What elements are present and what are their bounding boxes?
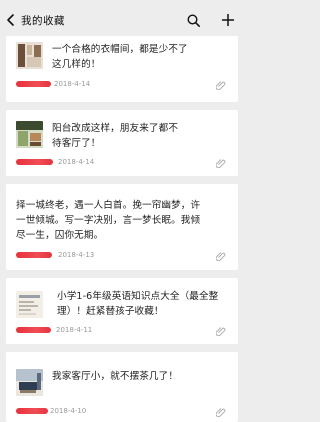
tag-icon[interactable] (216, 326, 226, 336)
item-date: 2018-4-13 (58, 251, 95, 259)
favorite-item[interactable]: 一个合格的衣帽间，都是少不了 这几样的！ 2018-4-14 (6, 36, 238, 102)
search-icon[interactable] (187, 14, 200, 27)
back-arrow-icon[interactable] (4, 12, 18, 28)
item-title: 一个合格的衣帽间，都是少不了 这几样的！ (52, 44, 188, 70)
item-date: 2018-4-14 (58, 158, 95, 166)
redacted-source (16, 81, 51, 87)
add-icon[interactable] (221, 13, 235, 27)
item-title: 阳台改成这样，朋友来了都不 待客厅了！ (52, 123, 179, 149)
item-title: 择一城终老，遇一人白首。挽一帘幽梦，许 一世倾城。写一字决别，言一梦长眠。我倾 … (16, 200, 201, 241)
favorite-item[interactable]: 小学1-6年级英语知识点大全（最全整 理）！赶紧替孩子收藏！ 2018-4-11 (6, 278, 238, 344)
navigation-bar: 我的收藏 (0, 6, 244, 36)
item-date: 2018-4-10 (50, 407, 87, 415)
favorite-item[interactable]: 阳台改成这样，朋友来了都不 待客厅了！ 2018-4-14 (6, 110, 238, 176)
redacted-source (16, 159, 53, 165)
page-title: 我的收藏 (21, 15, 65, 27)
redacted-source (16, 327, 51, 333)
favorite-item[interactable]: 我家客厅小，就不摆茶几了！ 2018-4-10 (6, 352, 238, 422)
item-thumbnail (16, 42, 43, 69)
favorite-item[interactable]: 择一城终老，遇一人白首。挽一帘幽梦，许 一世倾城。写一字决别，言一梦长眠。我倾 … (6, 184, 238, 270)
tag-icon[interactable] (216, 251, 226, 261)
item-thumbnail (16, 369, 43, 396)
tag-icon[interactable] (216, 80, 226, 90)
item-date: 2018-4-14 (54, 80, 91, 88)
item-thumbnail (16, 291, 43, 318)
tag-icon[interactable] (216, 407, 226, 417)
tag-icon[interactable] (216, 158, 226, 168)
item-title: 小学1-6年级英语知识点大全（最全整 理）！赶紧替孩子收藏！ (57, 291, 219, 317)
item-thumbnail (16, 121, 43, 148)
item-date: 2018-4-11 (56, 326, 93, 334)
item-title: 我家客厅小，就不摆茶几了！ (52, 371, 179, 382)
redacted-source (16, 252, 52, 258)
redacted-source (16, 408, 48, 414)
